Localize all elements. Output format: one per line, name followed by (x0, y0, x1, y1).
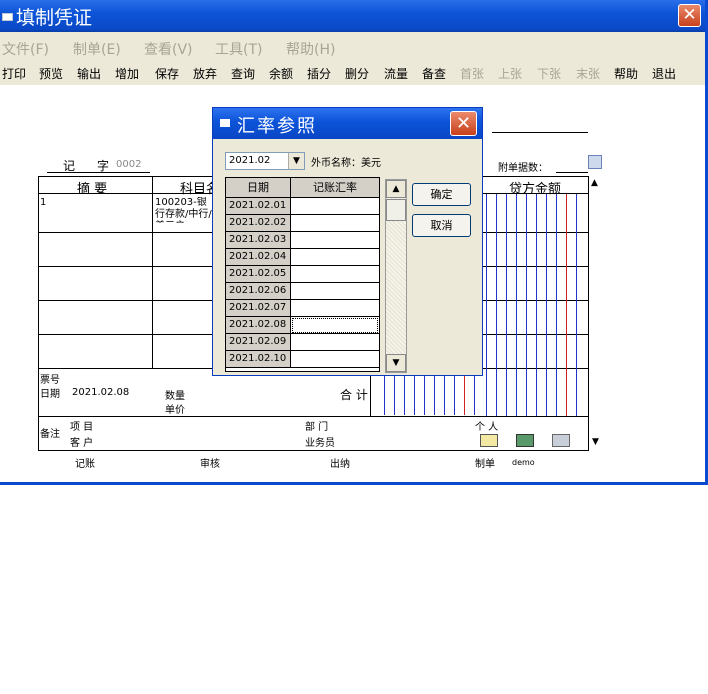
exit-button[interactable]: 退出 (652, 65, 676, 82)
note-icon[interactable] (552, 434, 570, 447)
last-button[interactable]: 末张 (576, 65, 600, 82)
month-select[interactable]: 2021.02 ▼ (225, 152, 305, 170)
chevron-down-icon[interactable]: ▼ (288, 153, 304, 169)
next-button[interactable]: 下张 (537, 65, 561, 82)
salesperson-label: 业务员 (305, 438, 335, 449)
table-row[interactable]: 2021.02.05 (226, 266, 379, 283)
ok-button[interactable]: 确定 (412, 183, 471, 206)
menu-bar: 文件(F) 制单(E) 查看(V) 工具(T) 帮助(H) (0, 38, 705, 58)
table-row[interactable]: 2021.02.04 (226, 249, 379, 266)
table-row[interactable]: 2021.02.10 (226, 351, 379, 368)
bookkeeping-label: 记账 (75, 459, 95, 470)
col-rate: 记账汇率 (291, 178, 379, 198)
table-row[interactable]: 2021.02.07 (226, 300, 379, 317)
title-underline (492, 132, 588, 133)
discard-button[interactable]: 放弃 (193, 65, 217, 82)
voucher-window: 填制凭证 ✕ 文件(F) 制单(E) 查看(V) 工具(T) 帮助(H) 打印 … (0, 0, 708, 485)
maker-value: demo (512, 458, 535, 467)
menu-help[interactable]: 帮助(H) (286, 39, 335, 59)
menu-voucher[interactable]: 制单(E) (73, 39, 121, 59)
row1-account[interactable]: 100203-银行存款/中行/美元户 (155, 197, 213, 223)
currency-label: 外币名称：美元 (311, 158, 381, 169)
rate-table-scrollbar[interactable]: ▲ ▼ (385, 179, 407, 373)
table-row[interactable]: 2021.02.01 (226, 198, 379, 215)
preview-button[interactable]: 预览 (39, 65, 63, 82)
col-summary: 摘 要 (77, 182, 108, 197)
qty-label: 数量 (165, 391, 185, 402)
col-date: 日期 (226, 178, 291, 198)
rate-table: 日期 记账汇率 2021.02.01 2021.02.02 2021.02.03… (225, 177, 380, 372)
menu-tools[interactable]: 工具(T) (215, 39, 262, 59)
attachments-label: 附单据数： (498, 163, 548, 174)
window-close-button[interactable]: ✕ (678, 4, 701, 27)
first-button[interactable]: 首张 (460, 65, 484, 82)
row1-index[interactable]: 1 (40, 197, 46, 208)
scroll-thumb[interactable] (386, 199, 406, 221)
search-icon[interactable] (588, 155, 602, 169)
menu-view[interactable]: 查看(V) (144, 39, 193, 59)
voucher-number[interactable]: 0002 (116, 159, 141, 170)
window-title: 填制凭证 (16, 7, 93, 29)
price-label: 单价 (165, 405, 185, 416)
notes-label: 备注 (40, 429, 60, 440)
customer-label: 客 户 (70, 438, 94, 449)
dialog-close-button[interactable]: ✕ (450, 111, 477, 136)
cashier-label: 出纳 (330, 459, 350, 470)
scroll-down-icon[interactable]: ▼ (386, 354, 406, 372)
query-button[interactable]: 查询 (231, 65, 255, 82)
table-row[interactable]: 2021.02.03 (226, 232, 379, 249)
date-label: 日期 (40, 389, 60, 400)
card-icon[interactable] (480, 434, 498, 447)
output-button[interactable]: 输出 (77, 65, 101, 82)
dialog-icon (220, 119, 230, 127)
person-label: 个 人 (475, 422, 499, 433)
dialog-title-bar: 汇率参照 ✕ (213, 108, 482, 139)
scroll-up-icon[interactable]: ▲ (386, 180, 406, 198)
balance-button[interactable]: 余额 (269, 65, 293, 82)
dialog-title: 汇率参照 (237, 116, 317, 137)
backup-button[interactable]: 备查 (422, 65, 446, 82)
project-label: 项 目 (70, 422, 94, 433)
ticket-label: 票号 (40, 375, 60, 386)
save-button[interactable]: 保存 (155, 65, 179, 82)
table-row[interactable]: 2021.02.02 (226, 215, 379, 232)
flow-button[interactable]: 流量 (384, 65, 408, 82)
cancel-button[interactable]: 取消 (412, 214, 471, 237)
table-row[interactable]: 2021.02.09 (226, 334, 379, 351)
table-row[interactable]: 2021.02.06 (226, 283, 379, 300)
exchange-rate-dialog: 汇率参照 ✕ 2021.02 ▼ 外币名称：美元 日期 记账汇率 2021.02… (212, 107, 483, 376)
delete-entry-button[interactable]: 删分 (345, 65, 369, 82)
table-scroll-down[interactable]: ▼ (592, 437, 599, 447)
table-scroll-up[interactable]: ▲ (591, 178, 598, 188)
review-label: 审核 (200, 459, 220, 470)
date-value[interactable]: 2021.02.08 (72, 387, 129, 398)
month-select-value: 2021.02 (229, 155, 271, 166)
voucher-number-underline (47, 172, 150, 173)
toolbar: 打印 预览 输出 增加 保存 放弃 查询 余额 插分 删分 流量 备查 首张 上… (0, 62, 705, 84)
dept-label: 部 门 (305, 422, 329, 433)
menu-file[interactable]: 文件(F) (2, 39, 49, 59)
prev-button[interactable]: 上张 (498, 65, 522, 82)
help-button[interactable]: 帮助 (614, 65, 638, 82)
image-icon[interactable] (516, 434, 534, 447)
attachments-underline (556, 172, 588, 173)
add-button[interactable]: 增加 (115, 65, 139, 82)
maker-label: 制单 (475, 459, 495, 470)
title-bar: 填制凭证 ✕ (0, 0, 705, 32)
table-row-selected[interactable]: 2021.02.08 (226, 317, 379, 334)
col-account: 科目名 (180, 182, 212, 197)
insert-entry-button[interactable]: 插分 (307, 65, 331, 82)
window-icon[interactable] (2, 13, 13, 21)
total-label: 合 计 (340, 388, 368, 402)
print-button[interactable]: 打印 (2, 65, 26, 82)
